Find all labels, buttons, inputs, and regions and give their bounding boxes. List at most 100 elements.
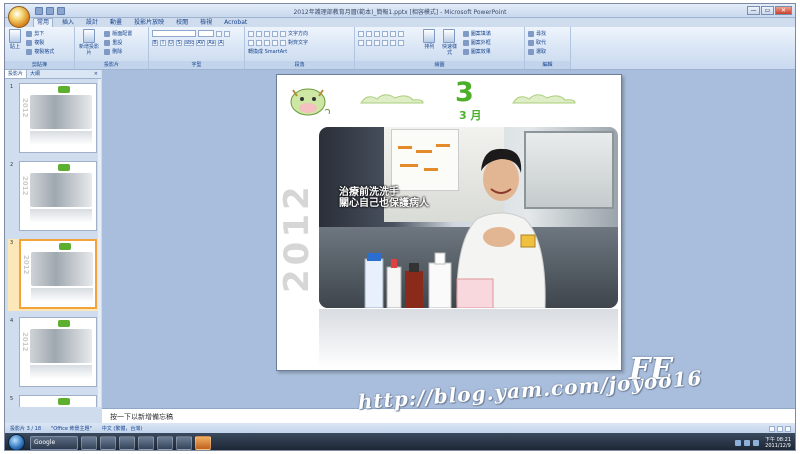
cut-button[interactable]: 剪下 <box>26 29 54 38</box>
indent-icon[interactable] <box>264 30 270 37</box>
media-icon[interactable] <box>138 435 154 450</box>
callout-shape-icon[interactable] <box>366 39 372 46</box>
cmd-icon[interactable] <box>119 435 135 450</box>
thumbnail-photo <box>30 95 92 129</box>
spacing-button[interactable]: AV <box>196 39 205 46</box>
close-button[interactable]: ✕ <box>775 6 792 15</box>
slide-thumbnail[interactable]: 1 2012 <box>8 83 98 155</box>
shadow-button[interactable]: abc <box>184 39 194 46</box>
quick-styles-button[interactable]: 快速樣式 <box>440 29 458 56</box>
align-center-icon[interactable] <box>256 39 262 46</box>
cloud-decoration-right <box>512 94 576 104</box>
text-direction-button[interactable]: 文字方向 <box>288 30 308 37</box>
network-icon[interactable] <box>735 439 741 446</box>
clock[interactable]: 下午 08:21 2011/12/9 <box>765 437 791 449</box>
paste-button[interactable]: 貼上 <box>8 29 22 50</box>
current-slide[interactable]: 3 3 月 2012 治療前洗洗手 關心自己也保護病人 <box>276 74 622 371</box>
tab-insert[interactable]: 插入 <box>59 18 77 27</box>
notes-pane[interactable]: 按一下以新增備忘稿 <box>102 408 795 423</box>
delete-button[interactable]: 刪除 <box>104 47 132 56</box>
curve-shape-icon[interactable] <box>382 39 388 46</box>
font-color-button[interactable]: A <box>218 39 224 46</box>
numbering-icon[interactable] <box>256 30 262 37</box>
shrink-font-icon[interactable] <box>224 30 230 37</box>
tab-review[interactable]: 校閱 <box>173 18 191 27</box>
thumbnail-reflection <box>31 288 93 302</box>
office-button[interactable] <box>8 6 30 28</box>
paint-icon[interactable] <box>176 435 192 450</box>
align-left-icon[interactable] <box>248 39 254 46</box>
slide-thumbnail[interactable]: 4 2012 <box>8 317 98 389</box>
copy-button[interactable]: 複製 <box>26 38 54 47</box>
select-button[interactable]: 選取 <box>528 47 567 56</box>
ie-icon[interactable] <box>100 435 116 450</box>
align-text-button[interactable]: 對齊文字 <box>288 39 308 46</box>
powerpoint-icon[interactable] <box>195 435 211 450</box>
slideshow-view-icon[interactable] <box>785 426 791 432</box>
rounded-rect-shape-icon[interactable] <box>358 39 364 46</box>
line-shape-icon[interactable] <box>366 30 372 37</box>
rectangle-shape-icon[interactable] <box>358 30 364 37</box>
tab-design[interactable]: 設計 <box>83 18 101 27</box>
title-bar: 2012年護理部教育月曆(範本)_簡報1.pptx [相容模式] - Micro… <box>5 4 795 18</box>
thumbnails-scrollbar[interactable] <box>98 79 101 407</box>
taskbar-google[interactable]: Google <box>30 435 78 450</box>
minimize-button[interactable]: — <box>747 6 760 15</box>
change-case-button[interactable]: Aa <box>207 39 216 46</box>
align-right-icon[interactable] <box>264 39 270 46</box>
arrow-shape-icon[interactable] <box>390 30 396 37</box>
grow-font-icon[interactable] <box>216 30 222 37</box>
slide-thumbnail[interactable]: 3 2012 <box>8 239 98 311</box>
tab-outline[interactable]: 大綱 <box>27 70 43 78</box>
bullets-icon[interactable] <box>248 30 254 37</box>
font-size-combo[interactable] <box>198 30 214 37</box>
explorer-icon[interactable] <box>81 435 97 450</box>
freeform-shape-icon[interactable] <box>390 39 396 46</box>
normal-view-icon[interactable] <box>769 426 775 432</box>
star-shape-icon[interactable] <box>398 30 404 37</box>
strike-button[interactable]: S <box>176 39 182 46</box>
slide-thumbnail[interactable]: 2 2012 <box>8 161 98 233</box>
brace-shape-icon[interactable] <box>374 39 380 46</box>
chrome-icon[interactable] <box>157 435 173 450</box>
tab-acrobat[interactable]: Acrobat <box>221 18 250 27</box>
bold-button[interactable]: B <box>152 39 158 46</box>
line-spacing-icon[interactable] <box>280 30 286 37</box>
format-painter-button[interactable]: 複製格式 <box>26 47 54 56</box>
tab-slides[interactable]: 投影片 <box>5 70 28 78</box>
start-button[interactable] <box>8 434 25 450</box>
volume-icon[interactable] <box>744 439 750 446</box>
smartart-button[interactable]: 轉換成 SmartArt <box>248 48 287 55</box>
italic-button[interactable]: I <box>160 39 166 46</box>
slide-position: 投影片 3 / 18 <box>10 426 41 432</box>
delete-icon <box>104 48 111 55</box>
oval-shape-icon[interactable] <box>374 30 380 37</box>
cloud-decoration-left <box>360 94 424 104</box>
shape-fill-button[interactable]: 圖案填滿 <box>462 29 491 38</box>
panel-close-button[interactable]: × <box>94 70 98 79</box>
replace-button[interactable]: 取代 <box>528 38 567 47</box>
tab-slideshow[interactable]: 投影片放映 <box>131 18 167 27</box>
sorter-view-icon[interactable] <box>777 426 783 432</box>
tab-view[interactable]: 檢視 <box>197 18 215 27</box>
columns-icon[interactable] <box>280 39 286 46</box>
reset-button[interactable]: 重設 <box>104 38 132 47</box>
effects-icon <box>462 48 469 55</box>
tab-animations[interactable]: 動畫 <box>107 18 125 27</box>
find-button[interactable]: 尋找 <box>528 29 567 38</box>
new-slide-button[interactable]: 新增投影片 <box>78 29 100 56</box>
underline-button[interactable]: U <box>168 39 174 46</box>
shape-outline-button[interactable]: 圖案外框 <box>462 38 491 47</box>
tab-home[interactable]: 常用 <box>33 18 54 27</box>
maximize-button[interactable]: ▭ <box>761 6 774 15</box>
arrange-button[interactable]: 排列 <box>422 29 436 50</box>
ime-icon[interactable] <box>753 439 759 446</box>
slide-thumbnail[interactable]: 5 2012 <box>8 395 98 407</box>
justify-icon[interactable] <box>272 39 278 46</box>
layout-button[interactable]: 版面配置 <box>104 29 132 38</box>
triangle-shape-icon[interactable] <box>382 30 388 37</box>
outdent-icon[interactable] <box>272 30 278 37</box>
shape-effects-button[interactable]: 圖案效果 <box>462 47 491 56</box>
more-shapes-icon[interactable] <box>398 39 404 46</box>
font-name-combo[interactable] <box>152 30 196 37</box>
